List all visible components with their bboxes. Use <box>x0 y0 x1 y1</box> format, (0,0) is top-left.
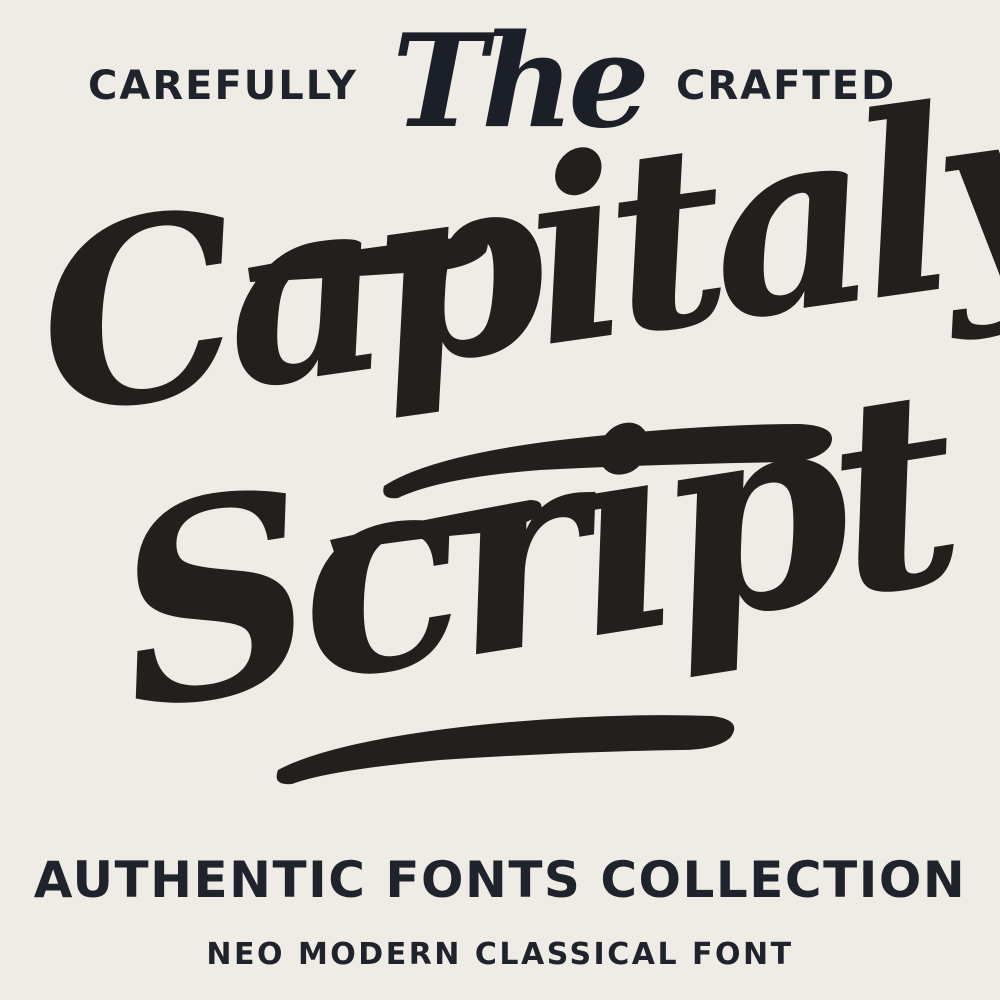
collection-title: AUTHENTIC FONTS COLLECTION <box>33 851 967 909</box>
carefully-label: CAREFULLY <box>88 63 358 109</box>
font-poster: CAREFULLY The CRAFTED Capitaly Script AU… <box>0 0 1000 1000</box>
font-subtitle: NEO MODERN CLASSICAL FONT <box>206 937 794 972</box>
